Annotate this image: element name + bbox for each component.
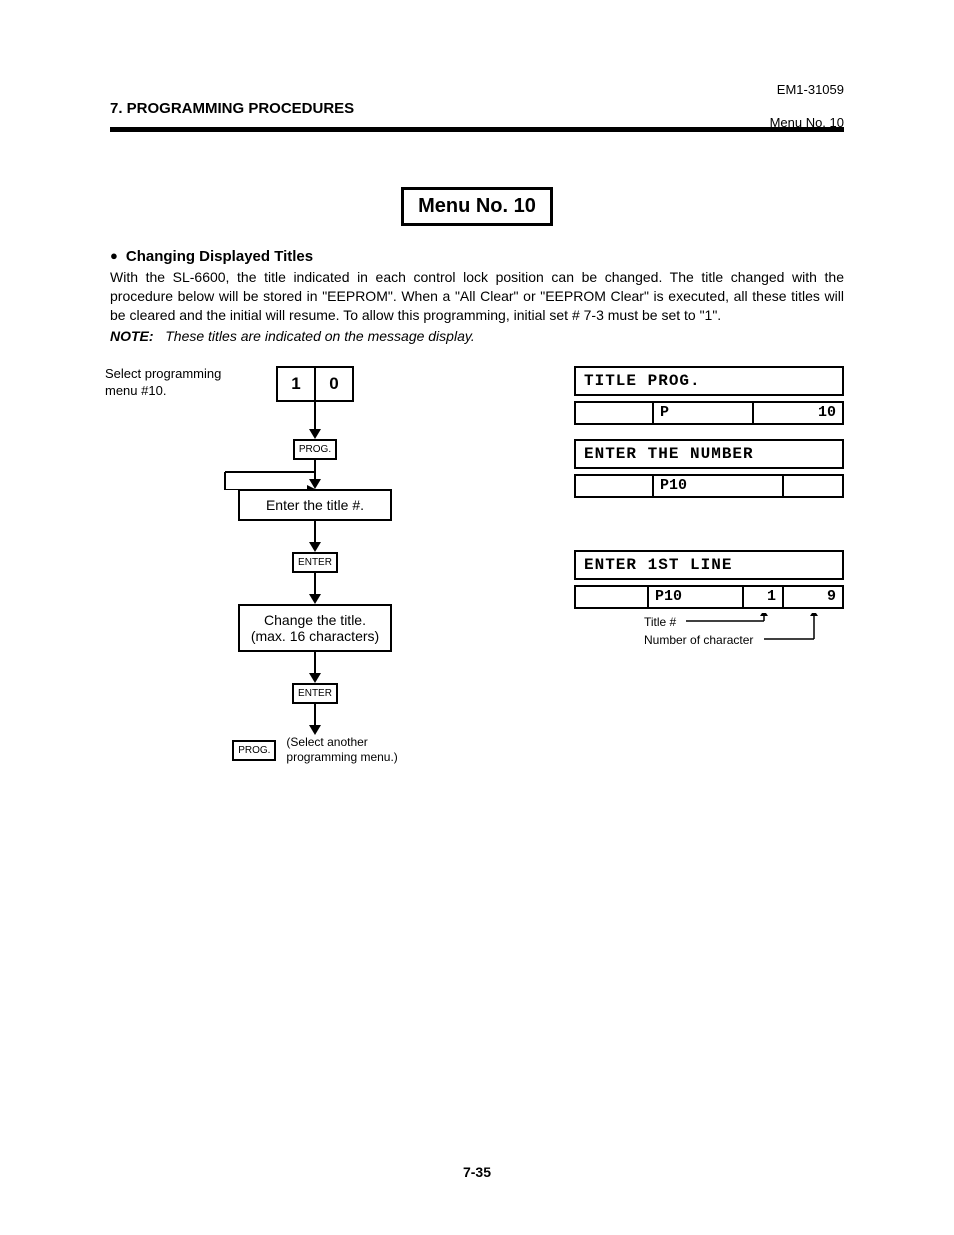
doc-number: EM1-31059 <box>770 82 844 97</box>
enter-key: ENTER <box>292 552 338 573</box>
flow-select-note: (Select another programming menu.) <box>286 735 397 766</box>
page-number: 7-35 <box>0 1164 954 1180</box>
page-title: Menu No. 10 <box>401 187 553 226</box>
flow-select-label: Select programming menu #10. <box>105 366 225 400</box>
flow-select-note-l1: (Select another <box>286 735 397 751</box>
subsection-heading: Changing Displayed Titles <box>110 248 844 265</box>
display-cell: 9 <box>784 585 844 609</box>
prog-key-2: PROG. <box>232 740 276 761</box>
body-paragraph: With the SL-6600, the title indicated in… <box>110 268 844 325</box>
note-label: NOTE: <box>110 328 154 344</box>
display-header: ENTER 1ST LINE <box>574 550 844 580</box>
flow-step-enter-title: Enter the title #. <box>238 489 392 521</box>
display-examples: TITLE PROG. P 10 ENTER THE NUMBER P10 EN… <box>574 366 844 766</box>
annotation-char-count: Number of character <box>644 633 753 647</box>
display-cell: P10 <box>654 474 784 498</box>
note-text: These titles are indicated on the messag… <box>165 328 474 344</box>
display-cell <box>574 474 654 498</box>
display-cell: 1 <box>744 585 784 609</box>
keypad-0: 0 <box>316 366 354 402</box>
flowchart: Select programming menu #10. 1 0 PROG. E… <box>110 366 504 766</box>
flow-step-change-title: Change the title. (max. 16 characters) <box>238 604 392 652</box>
display-cell: 10 <box>754 401 844 425</box>
enter-key-2: ENTER <box>292 683 338 704</box>
display-title-prog: TITLE PROG. P 10 ENTER THE NUMBER P10 <box>574 366 844 498</box>
display-cell <box>574 401 654 425</box>
loop-return-icon <box>210 460 420 490</box>
display-cell: P <box>654 401 754 425</box>
display-header: TITLE PROG. <box>574 366 844 396</box>
flow-select-note-l2: programming menu.) <box>286 750 397 766</box>
display-cell: P10 <box>649 585 744 609</box>
flow-step-line1: Change the title. <box>250 612 380 628</box>
display-cell <box>784 474 844 498</box>
section-heading: 7. PROGRAMMING PROCEDURES <box>110 100 844 117</box>
display-header: ENTER THE NUMBER <box>574 439 844 469</box>
header-menu-no: Menu No. 10 <box>770 115 844 130</box>
display-enter-first-line: ENTER 1ST LINE P10 1 9 <box>574 550 844 653</box>
prog-key: PROG. <box>293 439 337 460</box>
keypad-1: 1 <box>276 366 316 402</box>
header-rule <box>110 127 844 132</box>
display-cell <box>574 585 649 609</box>
note-line: NOTE: These titles are indicated on the … <box>110 328 844 344</box>
flow-step-line2: (max. 16 characters) <box>250 628 380 644</box>
annotation-title-number: Title # <box>644 615 676 629</box>
